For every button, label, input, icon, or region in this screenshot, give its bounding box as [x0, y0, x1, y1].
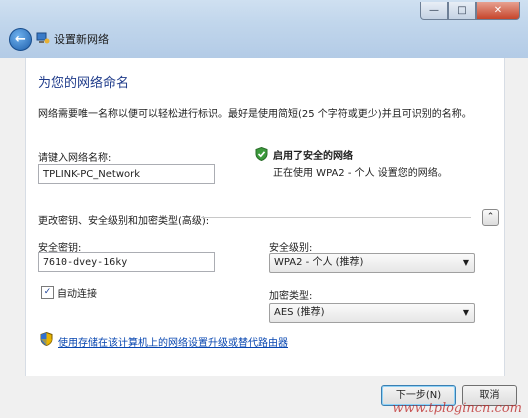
advanced-section-label: 更改密钥、安全级别和加密类型(高级): — [38, 216, 210, 227]
close-button[interactable]: ✕ — [476, 2, 520, 20]
maximize-button[interactable]: □ — [448, 2, 476, 20]
security-level-label: 安全级别: — [269, 243, 313, 254]
security-key-input[interactable]: 7610-dvey-16ky — [38, 252, 215, 272]
wizard-content: 为您的网络命名 网络需要唯一名称以便可以轻松进行标识。最好是使用简短(25 个字… — [25, 58, 505, 376]
security-status-title: 启用了安全的网络 — [273, 151, 353, 162]
network-setup-icon — [36, 32, 50, 44]
security-level-select[interactable]: WPA2 - 个人 (推荐) ▼ — [269, 253, 475, 273]
auto-connect-checkbox[interactable]: ✓ — [41, 286, 54, 299]
network-name-input[interactable]: TPLINK-PC_Network — [38, 164, 215, 184]
shield-check-icon — [255, 147, 268, 161]
page-description: 网络需要唯一名称以便可以轻松进行标识。最好是使用简短(25 个字符或更少)并且可… — [38, 109, 472, 120]
encryption-type-value: AES (推荐) — [274, 307, 325, 318]
security-level-value: WPA2 - 个人 (推荐) — [274, 257, 364, 268]
network-name-label: 请键入网络名称: — [38, 153, 112, 164]
minimize-button[interactable]: — — [420, 2, 448, 20]
back-button[interactable]: ← — [9, 28, 32, 51]
encryption-type-label: 加密类型: — [269, 291, 313, 302]
site-watermark: www.tplogincn.com — [392, 401, 522, 416]
back-arrow-icon: ← — [15, 32, 26, 47]
collapse-advanced-button[interactable]: ⌃ — [482, 209, 499, 226]
security-status-subtitle: 正在使用 WPA2 - 个人 设置您的网络。 — [273, 168, 448, 179]
page-heading: 为您的网络命名 — [38, 76, 130, 91]
chevron-up-icon: ⌃ — [486, 212, 495, 222]
dropdown-arrow-icon: ▼ — [462, 308, 469, 317]
upgrade-router-link[interactable]: 使用存储在该计算机上的网络设置升级或替代路由器 — [58, 334, 288, 349]
window-controls: — □ ✕ — [420, 2, 520, 20]
window-title: 设置新网络 — [54, 33, 109, 46]
uac-shield-icon — [40, 332, 53, 346]
section-divider — [201, 217, 471, 218]
encryption-type-select[interactable]: AES (推荐) ▼ — [269, 303, 475, 323]
title-bar: — □ ✕ ← 设置新网络 — [0, 0, 528, 58]
auto-connect-label: 自动连接 — [57, 289, 97, 300]
dropdown-arrow-icon: ▼ — [462, 258, 469, 267]
